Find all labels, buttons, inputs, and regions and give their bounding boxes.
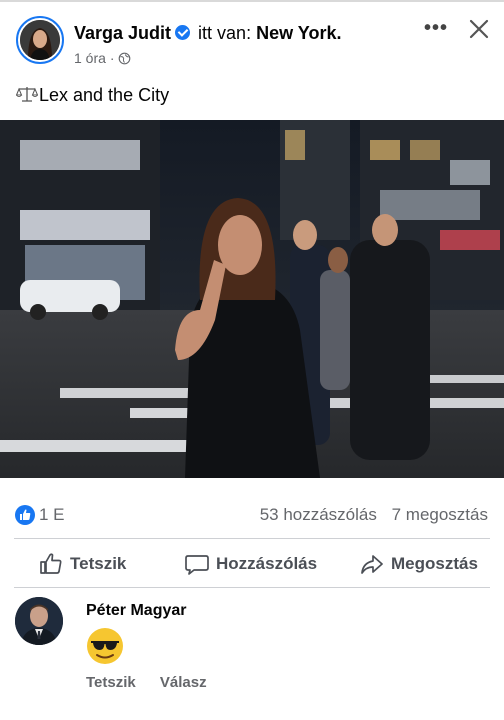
shares-count[interactable]: 7 megosztás	[392, 505, 488, 524]
commenter-name[interactable]: Péter Magyar	[86, 602, 187, 620]
scales-icon	[16, 87, 38, 102]
share-button[interactable]: Megosztás	[359, 550, 478, 578]
divider	[14, 587, 490, 588]
author-name[interactable]: Varga Judit	[74, 23, 171, 43]
post-caption: Lex and the City	[39, 85, 170, 105]
comment-label: Hozzászólás	[216, 554, 318, 573]
post-time[interactable]: 1 óra	[74, 50, 106, 66]
share-label: Megosztás	[391, 554, 478, 573]
author-avatar[interactable]	[16, 16, 64, 64]
comment-reply-link[interactable]: Válasz	[160, 674, 207, 691]
close-icon[interactable]	[468, 18, 490, 40]
likes-count[interactable]: 1 E	[39, 505, 65, 525]
author-line: Varga Judit itt van: New York.	[74, 22, 341, 44]
post-photo[interactable]	[0, 120, 504, 478]
like-reaction-icon	[15, 505, 35, 525]
commenter-avatar[interactable]	[15, 597, 63, 645]
top-border	[0, 0, 504, 2]
comment-like-link[interactable]: Tetszik	[86, 674, 136, 691]
like-label: Tetszik	[70, 554, 127, 573]
like-button[interactable]: Tetszik	[38, 550, 126, 578]
sunglasses-emoji-icon	[87, 628, 123, 664]
checkin-prefix: itt van:	[198, 23, 252, 43]
comment-button[interactable]: Hozzászólás	[184, 550, 317, 578]
comment-bubble-icon	[185, 555, 209, 575]
comment-actions: Tetszik Válasz	[86, 674, 207, 691]
post-text: Lex and the City	[16, 84, 169, 106]
checkin-place[interactable]: New York.	[256, 23, 341, 43]
globe-icon	[119, 52, 131, 65]
share-arrow-icon	[361, 555, 383, 574]
verified-badge-icon	[175, 25, 191, 40]
divider	[14, 538, 490, 539]
thumbs-up-icon	[40, 553, 62, 574]
more-options-icon[interactable]: •••	[424, 18, 448, 38]
post-meta: 1 óra ·	[74, 50, 131, 66]
engagement-stats: 53 hozzászólás 7 megosztás	[260, 505, 488, 525]
meta-separator: ·	[109, 50, 115, 66]
comments-count[interactable]: 53 hozzászólás	[260, 505, 377, 524]
